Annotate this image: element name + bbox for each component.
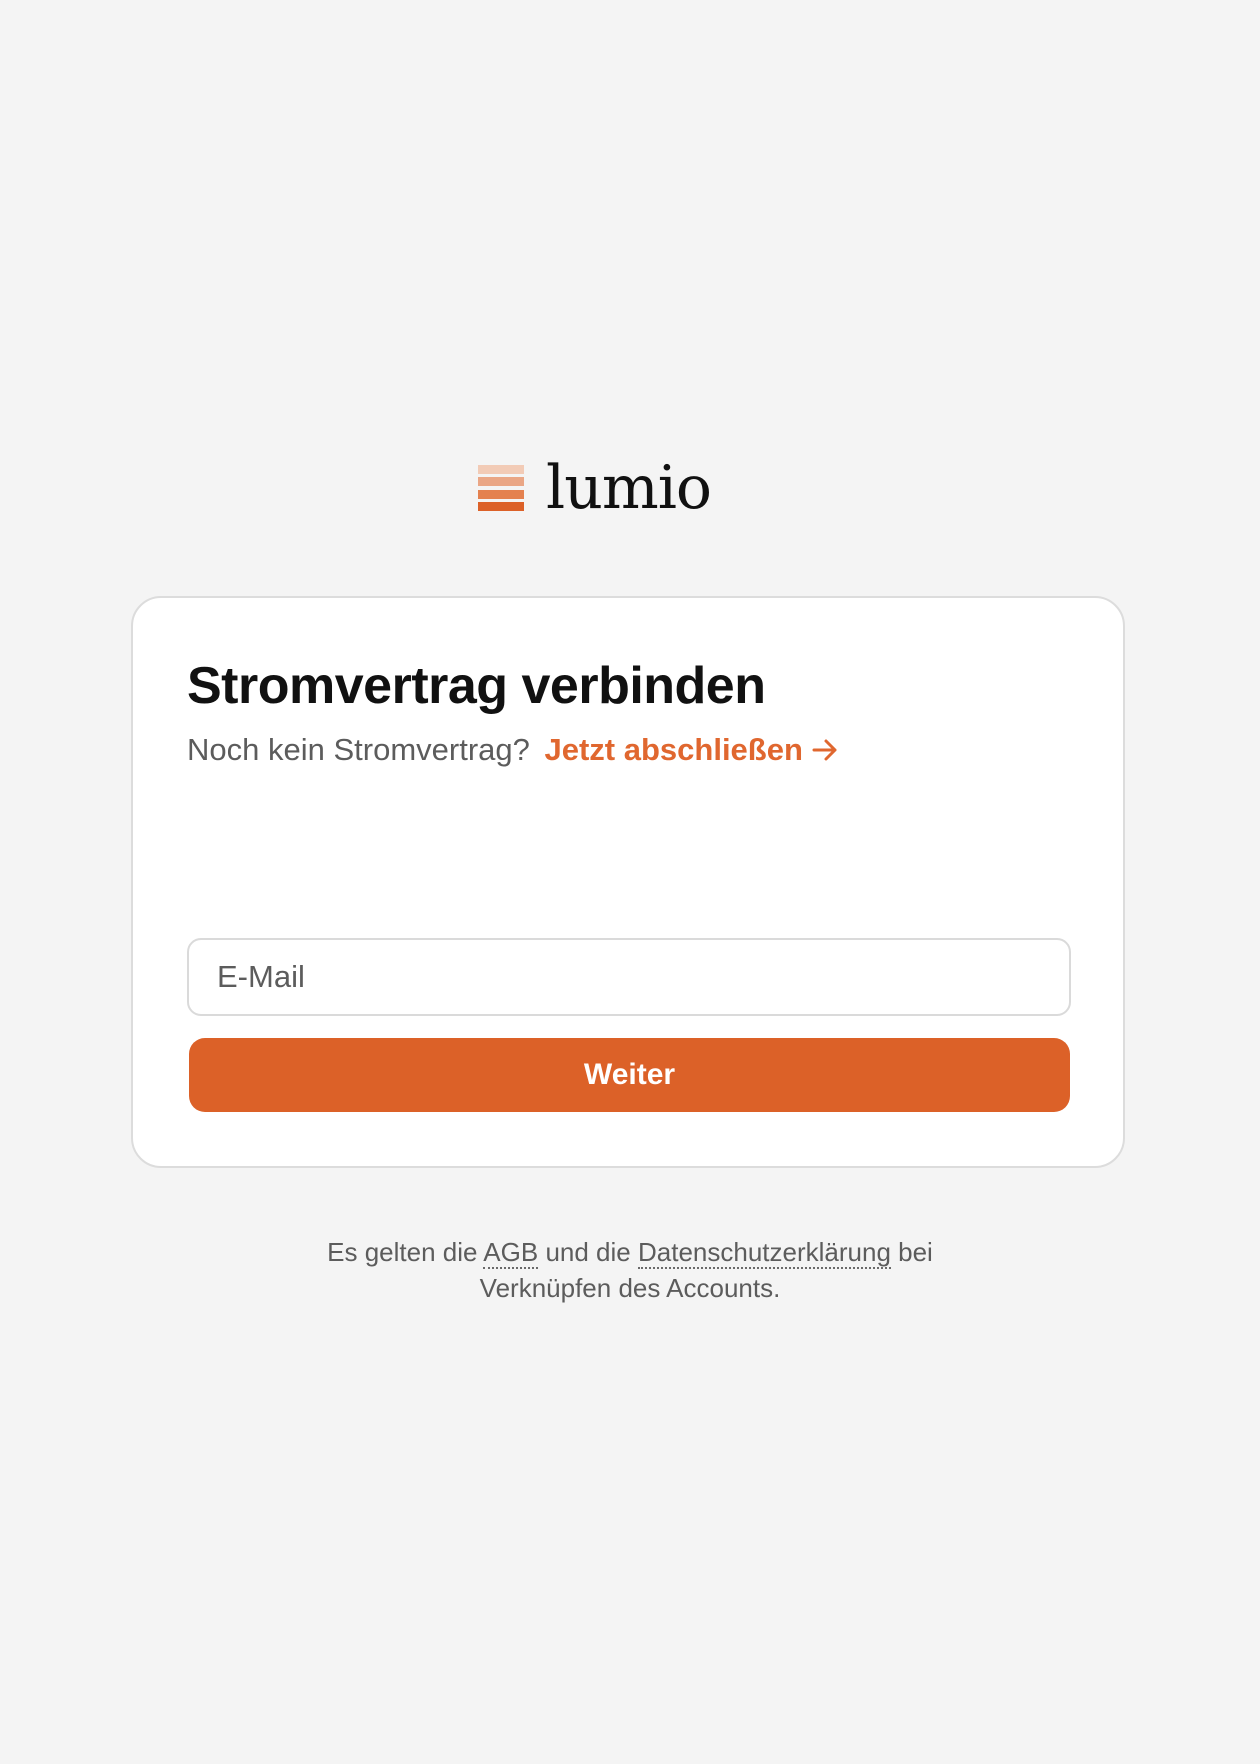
legal-text: bei <box>890 1237 933 1267</box>
privacy-policy-link[interactable]: Datenschutzerklärung <box>637 1237 891 1269</box>
signup-link[interactable]: Jetzt abschließen <box>545 732 839 767</box>
legal-text: und die <box>545 1237 631 1267</box>
page-title: Stromvertrag verbinden <box>187 657 766 715</box>
connect-contract-card: Stromvertrag verbinden Noch kein Stromve… <box>131 596 1125 1168</box>
logo-stripes-icon <box>478 465 524 511</box>
legal-notice: Es gelten die AGB und die Datenschutzerk… <box>0 1234 1260 1306</box>
signup-prompt: Noch kein Stromvertrag? Jetzt abschließe… <box>187 730 839 770</box>
login-page: lumio Stromvertrag verbinden Noch kein S… <box>0 0 1260 1764</box>
terms-link[interactable]: AGB <box>483 1237 539 1269</box>
continue-button[interactable]: Weiter <box>189 1038 1070 1112</box>
legal-text: Verknüpfen des Accounts. <box>479 1273 781 1303</box>
signup-prompt-text: Noch kein Stromvertrag? <box>187 732 530 767</box>
legal-text: Es gelten die <box>327 1237 478 1267</box>
arrow-right-icon <box>812 739 837 761</box>
brand-name: lumio <box>546 453 712 523</box>
logo-stripe <box>478 501 524 511</box>
signup-link-label: Jetzt abschließen <box>544 732 803 767</box>
lumio-logo: lumio <box>478 453 712 523</box>
logo-stripe <box>478 465 524 474</box>
logo-stripe <box>478 477 524 487</box>
logo-stripe <box>478 489 524 499</box>
email-input[interactable] <box>187 938 1071 1016</box>
